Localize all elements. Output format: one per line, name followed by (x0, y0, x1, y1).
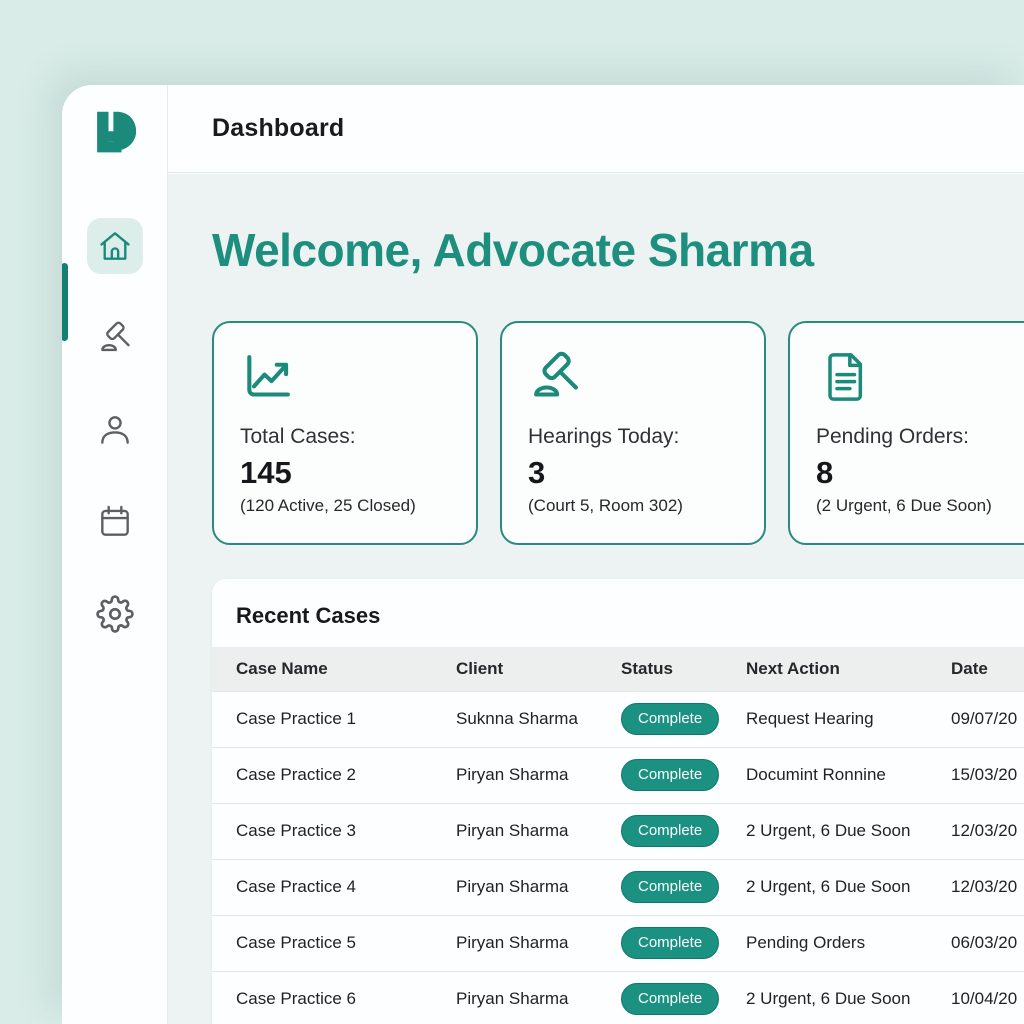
active-nav-indicator (62, 263, 68, 341)
table-row[interactable]: Case Practice 6 Piryan Sharma Complete 2… (212, 971, 1024, 1024)
table-body: Case Practice 1 Suknna Sharma Complete R… (212, 691, 1024, 1024)
status-badge: Complete (621, 759, 719, 791)
app-logo (89, 106, 141, 158)
cell-status: Complete (621, 983, 746, 1015)
cell-client: Piryan Sharma (456, 877, 621, 897)
cell-case-name: Case Practice 6 (212, 989, 456, 1009)
calendar-icon (96, 503, 134, 541)
cell-status: Complete (621, 871, 746, 903)
recent-cases-panel: Recent Cases Case Name Client Status Nex… (212, 579, 1024, 1024)
sidebar-item-clients[interactable] (87, 402, 143, 458)
stat-label: Total Cases: (240, 425, 452, 449)
cell-date: 12/03/20 (951, 821, 1024, 841)
status-badge: Complete (621, 871, 719, 903)
cell-client: Piryan Sharma (456, 765, 621, 785)
main-content: Welcome, Advocate Sharma (168, 174, 1024, 1024)
cell-next-action: Pending Orders (746, 933, 951, 953)
stat-value: 3 (528, 455, 740, 491)
table-row[interactable]: Case Practice 1 Suknna Sharma Complete R… (212, 691, 1024, 747)
cell-next-action: 2 Urgent, 6 Due Soon (746, 989, 951, 1009)
sidebar-item-calendar[interactable] (87, 494, 143, 550)
cell-next-action: 2 Urgent, 6 Due Soon (746, 821, 951, 841)
cell-status: Complete (621, 759, 746, 791)
cell-date: 09/07/20 (951, 709, 1024, 729)
welcome-heading: Welcome, Advocate Sharma (212, 224, 1024, 277)
gear-icon (96, 595, 134, 633)
cell-date: 06/03/20 (951, 933, 1024, 953)
stat-card: Total Cases: 145 (120 Active, 25 Closed) (212, 321, 478, 545)
sidebar-nav (87, 218, 143, 642)
status-badge: Complete (621, 927, 719, 959)
cell-date: 12/03/20 (951, 877, 1024, 897)
table-header-row: Case Name Client Status Next Action Date (212, 647, 1024, 691)
stat-value: 8 (816, 455, 1024, 491)
sidebar-item-home[interactable] (87, 218, 143, 274)
sidebar-item-settings[interactable] (87, 586, 143, 642)
app-window: Dashboard Welcome, Advocate Sharma (62, 85, 1024, 1024)
cell-next-action: Documint Ronnine (746, 765, 951, 785)
sidebar (62, 85, 168, 1024)
column-header-case-name: Case Name (212, 659, 456, 679)
table-row[interactable]: Case Practice 4 Piryan Sharma Complete 2… (212, 859, 1024, 915)
status-badge: Complete (621, 815, 719, 847)
cell-status: Complete (621, 815, 746, 847)
status-badge: Complete (621, 983, 719, 1015)
person-icon (96, 411, 134, 449)
stat-label: Pending Orders: (816, 425, 1024, 449)
cell-status: Complete (621, 703, 746, 735)
cell-client: Piryan Sharma (456, 933, 621, 953)
stat-label: Hearings Today: (528, 425, 740, 449)
column-header-status: Status (621, 659, 746, 679)
stat-card: Pending Orders: 8 (2 Urgent, 6 Due Soon) (788, 321, 1024, 545)
trend-icon (240, 349, 452, 405)
table-row[interactable]: Case Practice 3 Piryan Sharma Complete 2… (212, 803, 1024, 859)
column-header-date: Date (951, 659, 1024, 679)
topbar: Dashboard (168, 85, 1024, 173)
cell-client: Piryan Sharma (456, 989, 621, 1009)
gavel-icon (96, 319, 134, 357)
stat-cards: Total Cases: 145 (120 Active, 25 Closed) (212, 321, 1024, 545)
cell-case-name: Case Practice 5 (212, 933, 456, 953)
cell-status: Complete (621, 927, 746, 959)
stat-subtext: (Court 5, Room 302) (528, 496, 740, 516)
cell-date: 10/04/20 (951, 989, 1024, 1009)
cell-case-name: Case Practice 4 (212, 877, 456, 897)
table-row[interactable]: Case Practice 2 Piryan Sharma Complete D… (212, 747, 1024, 803)
cell-next-action: 2 Urgent, 6 Due Soon (746, 877, 951, 897)
gavel-icon (528, 349, 740, 405)
cell-next-action: Request Hearing (746, 709, 951, 729)
cell-client: Suknna Sharma (456, 709, 621, 729)
stat-subtext: (2 Urgent, 6 Due Soon) (816, 496, 1024, 516)
status-badge: Complete (621, 703, 719, 735)
stat-value: 145 (240, 455, 452, 491)
document-icon (816, 349, 1024, 405)
cell-date: 15/03/20 (951, 765, 1024, 785)
home-icon (96, 227, 134, 265)
recent-cases-title: Recent Cases (212, 579, 1024, 647)
cell-case-name: Case Practice 1 (212, 709, 456, 729)
sidebar-item-cases[interactable] (87, 310, 143, 366)
cell-case-name: Case Practice 3 (212, 821, 456, 841)
column-header-client: Client (456, 659, 621, 679)
stat-card: Hearings Today: 3 (Court 5, Room 302) (500, 321, 766, 545)
table-row[interactable]: Case Practice 5 Piryan Sharma Complete P… (212, 915, 1024, 971)
cell-case-name: Case Practice 2 (212, 765, 456, 785)
ld-monogram-icon (89, 106, 141, 158)
column-header-next-action: Next Action (746, 659, 951, 679)
stat-subtext: (120 Active, 25 Closed) (240, 496, 452, 516)
cell-client: Piryan Sharma (456, 821, 621, 841)
page-title: Dashboard (212, 114, 344, 143)
